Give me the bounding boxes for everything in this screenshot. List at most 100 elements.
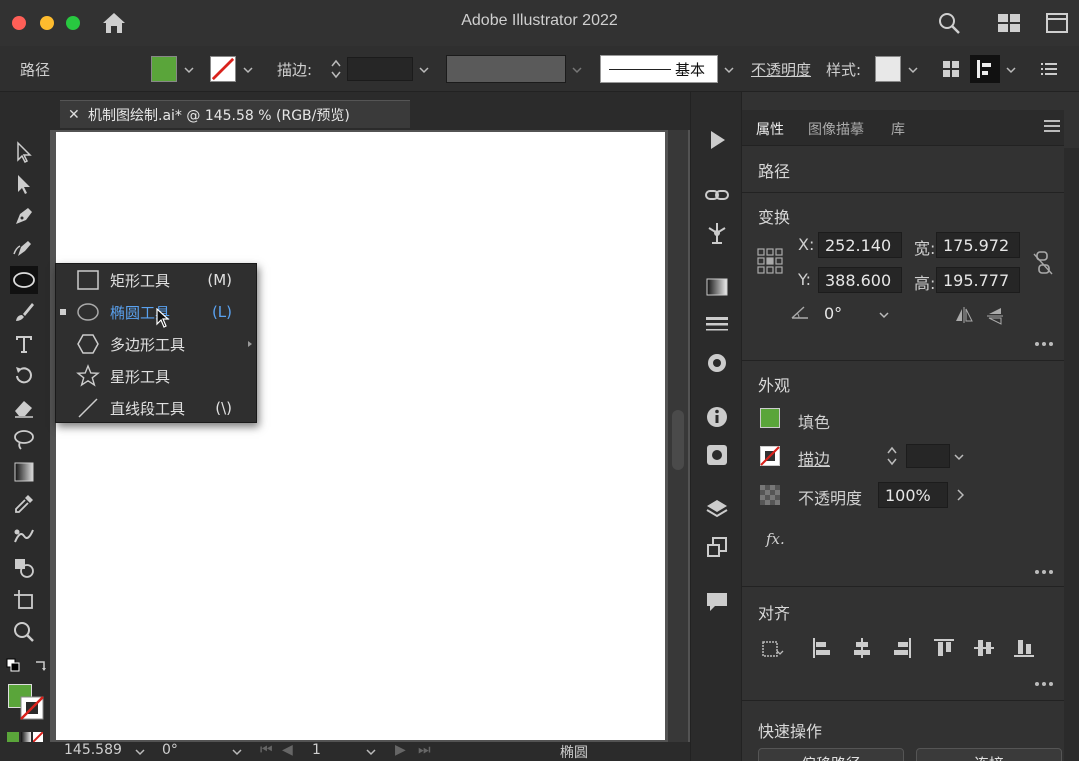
brush-definition-select[interactable]: 基本 bbox=[600, 55, 718, 83]
tab-libraries[interactable]: 库 bbox=[891, 119, 905, 139]
play-action-icon[interactable] bbox=[704, 127, 730, 153]
chevron-down-icon[interactable] bbox=[724, 66, 734, 74]
puppet-warp-icon[interactable] bbox=[704, 220, 730, 246]
workspace-switcher-icon[interactable] bbox=[997, 11, 1021, 35]
pen-tool[interactable] bbox=[10, 202, 38, 230]
chevron-down-icon[interactable] bbox=[419, 66, 429, 74]
document-tab[interactable]: ✕ 机制图绘制.ai* @ 145.58 % (RGB/预览) bbox=[60, 100, 410, 128]
chevron-down-icon[interactable] bbox=[366, 748, 376, 756]
artboard-number[interactable]: 1 bbox=[312, 742, 321, 758]
last-artboard-icon[interactable]: ⏭ bbox=[418, 742, 431, 758]
align-left-icon[interactable] bbox=[810, 636, 834, 660]
align-right-icon[interactable] bbox=[890, 636, 914, 660]
graphic-style-swatch[interactable] bbox=[875, 56, 901, 82]
offset-path-button[interactable]: 偏移路径 bbox=[758, 748, 904, 761]
flip-horizontal-icon[interactable] bbox=[954, 306, 974, 324]
stroke-color-box[interactable] bbox=[20, 696, 44, 720]
ellipse-tool-item[interactable]: 椭圆工具 (L) bbox=[56, 296, 256, 328]
zoom-tool[interactable] bbox=[10, 618, 38, 646]
direct-selection-tool[interactable] bbox=[10, 170, 38, 198]
stroke-panel-icon[interactable] bbox=[704, 312, 730, 338]
reference-point-icon[interactable] bbox=[757, 248, 783, 274]
stroke-weight-field[interactable] bbox=[906, 444, 950, 468]
opacity-link[interactable]: 不透明度 bbox=[751, 59, 811, 80]
chevron-down-icon[interactable] bbox=[954, 453, 964, 461]
next-artboard-icon[interactable]: ▶ bbox=[395, 742, 406, 758]
chevron-down-icon[interactable] bbox=[1006, 66, 1016, 74]
stepper-icon[interactable] bbox=[887, 444, 897, 468]
chevron-down-icon[interactable] bbox=[232, 748, 242, 756]
panel-scrollbar[interactable] bbox=[1064, 148, 1079, 761]
artboard-tool[interactable] bbox=[10, 586, 38, 614]
fill-swatch[interactable] bbox=[151, 56, 177, 82]
color-mode-button[interactable] bbox=[7, 732, 19, 742]
more-options-icon[interactable] bbox=[1034, 681, 1054, 687]
lasso-tool[interactable] bbox=[10, 426, 38, 454]
scrollbar-thumb[interactable] bbox=[672, 410, 684, 470]
panel-menu-icon[interactable] bbox=[1044, 118, 1060, 134]
previous-artboard-icon[interactable]: ◀ bbox=[282, 742, 293, 758]
none-mode-button[interactable] bbox=[33, 732, 43, 742]
polygon-tool-item[interactable]: 多边形工具 bbox=[56, 328, 256, 360]
gradient-tool[interactable] bbox=[10, 458, 38, 486]
color-guide-icon[interactable] bbox=[704, 350, 730, 376]
tab-properties[interactable]: 属性 bbox=[756, 119, 784, 139]
line-segment-tool-item[interactable]: 直线段工具 (\) bbox=[56, 392, 256, 424]
comments-icon[interactable] bbox=[704, 589, 730, 615]
star-tool-item[interactable]: 星形工具 bbox=[56, 360, 256, 392]
align-options-button[interactable] bbox=[970, 55, 1000, 83]
align-bottom-icon[interactable] bbox=[1012, 636, 1036, 660]
symbols-icon[interactable] bbox=[704, 442, 730, 468]
chevron-down-icon[interactable] bbox=[243, 66, 253, 74]
chevron-down-icon[interactable] bbox=[184, 66, 194, 74]
search-icon[interactable] bbox=[937, 11, 961, 35]
more-options-icon[interactable] bbox=[1034, 341, 1054, 347]
x-position-field[interactable]: 252.140 bbox=[818, 232, 902, 258]
chevron-down-icon[interactable] bbox=[879, 311, 889, 319]
info-icon[interactable] bbox=[704, 404, 730, 430]
chevron-down-icon[interactable] bbox=[572, 66, 582, 74]
height-field[interactable]: 195.777 bbox=[936, 267, 1020, 293]
layers-icon[interactable] bbox=[704, 497, 730, 523]
shape-builder-tool[interactable] bbox=[10, 554, 38, 582]
close-tab-icon[interactable]: ✕ bbox=[68, 107, 88, 123]
panel-menu-icon[interactable] bbox=[1041, 61, 1057, 77]
rotation-value[interactable]: 0° bbox=[162, 742, 178, 758]
align-vertical-center-icon[interactable] bbox=[972, 636, 996, 660]
fill-swatch[interactable] bbox=[760, 408, 780, 428]
width-field[interactable]: 175.972 bbox=[936, 232, 1020, 258]
chevron-right-icon[interactable] bbox=[956, 489, 964, 501]
align-top-icon[interactable] bbox=[932, 636, 956, 660]
tab-image-trace[interactable]: 图像描摹 bbox=[808, 119, 864, 139]
eraser-tool[interactable] bbox=[10, 394, 38, 422]
chevron-down-icon[interactable] bbox=[908, 66, 918, 74]
stroke-none-swatch[interactable] bbox=[760, 446, 780, 466]
swap-colors-icon[interactable] bbox=[34, 658, 48, 672]
curvature-tool[interactable] bbox=[10, 234, 38, 262]
stepper-icon[interactable] bbox=[331, 58, 341, 80]
align-to-selection-icon[interactable] bbox=[760, 636, 784, 660]
paintbrush-tool[interactable] bbox=[10, 298, 38, 326]
ellipse-tool[interactable] bbox=[10, 266, 38, 294]
constrain-proportions-icon[interactable] bbox=[1032, 250, 1054, 276]
flip-vertical-icon[interactable] bbox=[986, 306, 1004, 326]
type-tool[interactable] bbox=[10, 330, 38, 358]
effects-fx-button[interactable]: fx. bbox=[766, 530, 785, 548]
zoom-level[interactable]: 145.589 bbox=[64, 742, 122, 758]
eyedropper-tool[interactable] bbox=[10, 490, 38, 518]
canvas-area[interactable] bbox=[50, 130, 690, 742]
first-artboard-icon[interactable]: ⏮ bbox=[260, 742, 273, 758]
more-options-icon[interactable] bbox=[1034, 569, 1054, 575]
artboards-panel-icon[interactable] bbox=[704, 535, 730, 561]
gradient-panel-icon[interactable] bbox=[704, 274, 730, 300]
default-colors-icon[interactable] bbox=[6, 658, 20, 672]
links-icon[interactable] bbox=[704, 182, 730, 208]
window-arrange-icon[interactable] bbox=[1045, 11, 1069, 35]
recolor-artwork-icon[interactable] bbox=[942, 60, 960, 78]
selection-tool[interactable] bbox=[10, 138, 38, 166]
join-button[interactable]: 连接 bbox=[916, 748, 1062, 761]
artboard[interactable] bbox=[56, 132, 665, 740]
rectangle-tool-item[interactable]: 矩形工具 (M) bbox=[56, 264, 256, 296]
stroke-none-swatch[interactable] bbox=[210, 56, 236, 82]
rotate-tool[interactable] bbox=[10, 362, 38, 390]
